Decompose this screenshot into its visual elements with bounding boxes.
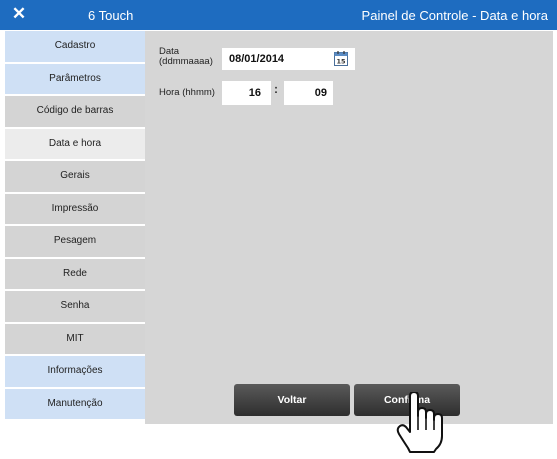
sidebar-item-manuten-o[interactable]: Manutenção [5, 388, 145, 419]
date-value: 08/01/2014 [229, 53, 285, 65]
app-name: 6 Touch [88, 8, 134, 23]
time-separator: : [274, 82, 278, 96]
sidebar-item-c-digo-de-barras[interactable]: Código de barras [5, 96, 145, 127]
back-button[interactable]: Voltar [234, 384, 350, 416]
sidebar-item-cadastro[interactable]: Cadastro [5, 31, 145, 62]
title-bar: ✕ 6 Touch Painel de Controle - Data e ho… [0, 0, 557, 30]
minute-field[interactable]: 09 [284, 81, 333, 105]
close-icon: ✕ [11, 4, 27, 23]
hour-value: 16 [248, 87, 261, 99]
close-button[interactable]: ✕ [10, 4, 28, 24]
panel-title: Painel de Controle - Data e hora [361, 8, 548, 23]
sidebar-item-par-metros[interactable]: Parâmetros [5, 63, 145, 94]
hand-pointer-icon [396, 391, 446, 454]
sidebar-item-informa-es[interactable]: Informações [5, 356, 145, 387]
sidebar-item-impress-o[interactable]: Impressão [5, 193, 145, 224]
date-label: Data (ddmmaaaa) [159, 46, 213, 67]
sidebar-item-mit[interactable]: MIT [5, 323, 145, 354]
sidebar-item-pesagem[interactable]: Pesagem [5, 226, 145, 257]
date-field[interactable]: 08/01/2014 15 [222, 48, 355, 70]
svg-text:15: 15 [336, 58, 346, 66]
time-label: Hora (hhmm) [159, 87, 215, 98]
minute-value: 09 [314, 87, 327, 99]
hour-field[interactable]: 16 [222, 81, 271, 105]
sidebar-item-data-e-hora[interactable]: Data e hora [5, 128, 145, 159]
main-panel: Data (ddmmaaaa) 08/01/2014 15 Hora (hhmm… [145, 31, 553, 424]
sidebar: Cadastro Parâmetros Código de barras Data e… [5, 31, 145, 424]
sidebar-item-senha[interactable]: Senha [5, 291, 145, 322]
calendar-icon[interactable]: 15 [334, 51, 348, 66]
sidebar-item-gerais[interactable]: Gerais [5, 161, 145, 192]
sidebar-item-rede[interactable]: Rede [5, 258, 145, 289]
